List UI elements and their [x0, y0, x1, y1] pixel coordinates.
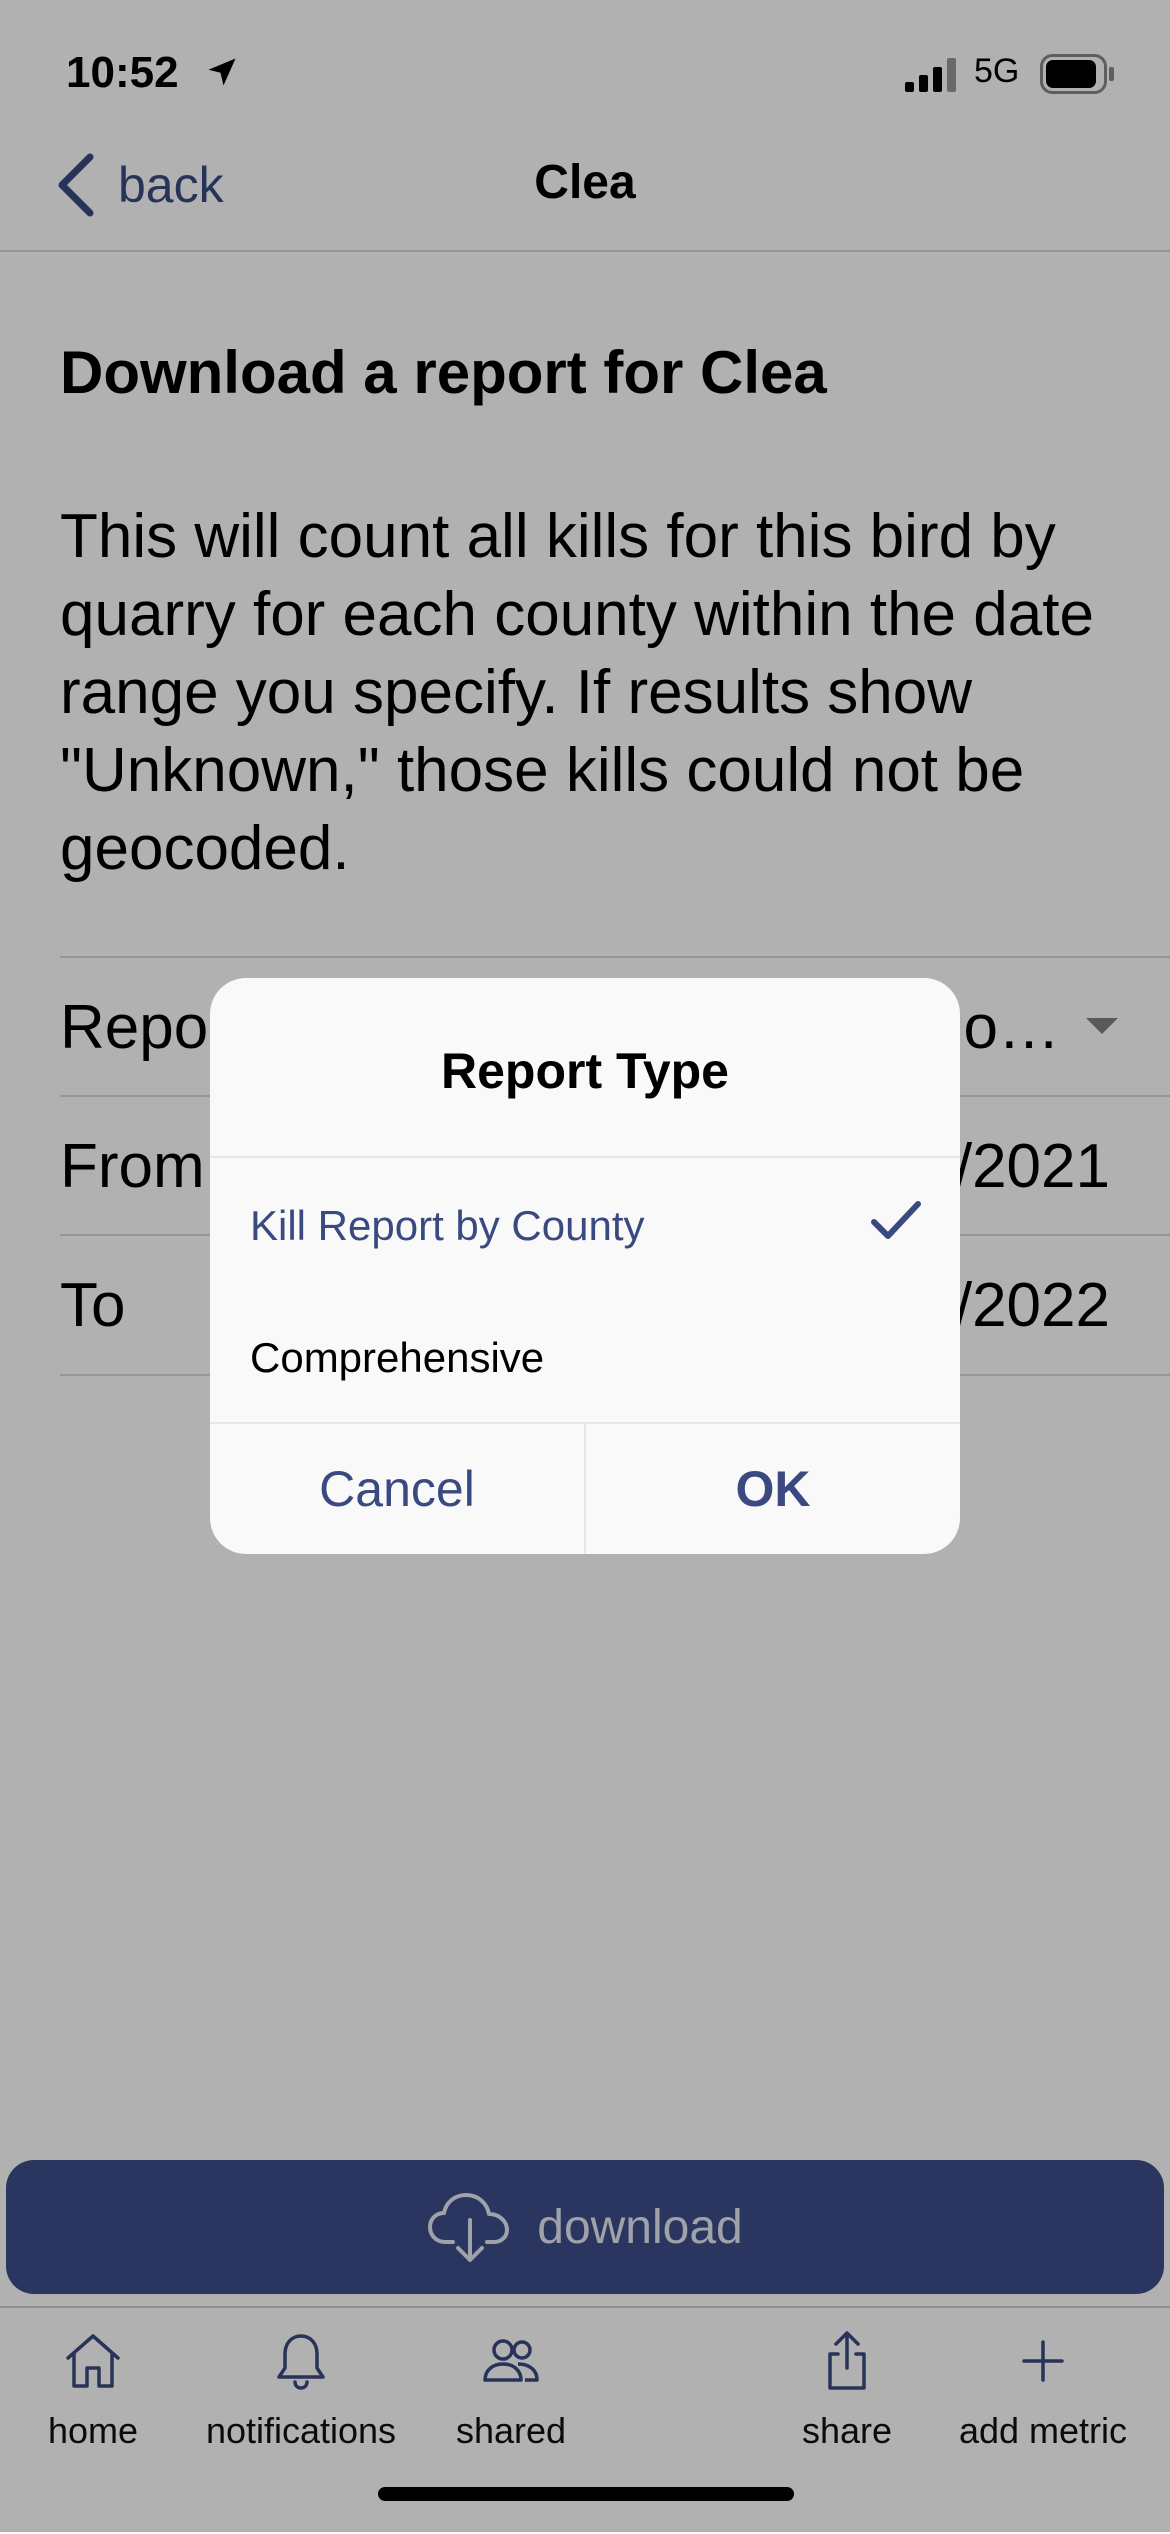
dialog-divider: [210, 1156, 960, 1158]
option-kill-report-by-county[interactable]: Kill Report by County: [210, 1164, 960, 1284]
dialog-title: Report Type: [441, 1043, 729, 1099]
option-label: Kill Report by County: [250, 1202, 645, 1249]
option-comprehensive[interactable]: Comprehensive: [210, 1296, 960, 1416]
ok-button[interactable]: OK: [586, 1424, 960, 1554]
option-label: Comprehensive: [250, 1334, 545, 1381]
report-type-dialog: Report Type Kill Report by County Compre…: [210, 978, 960, 1554]
checkmark-icon: [871, 1201, 921, 1239]
cancel-button[interactable]: Cancel: [210, 1424, 584, 1554]
